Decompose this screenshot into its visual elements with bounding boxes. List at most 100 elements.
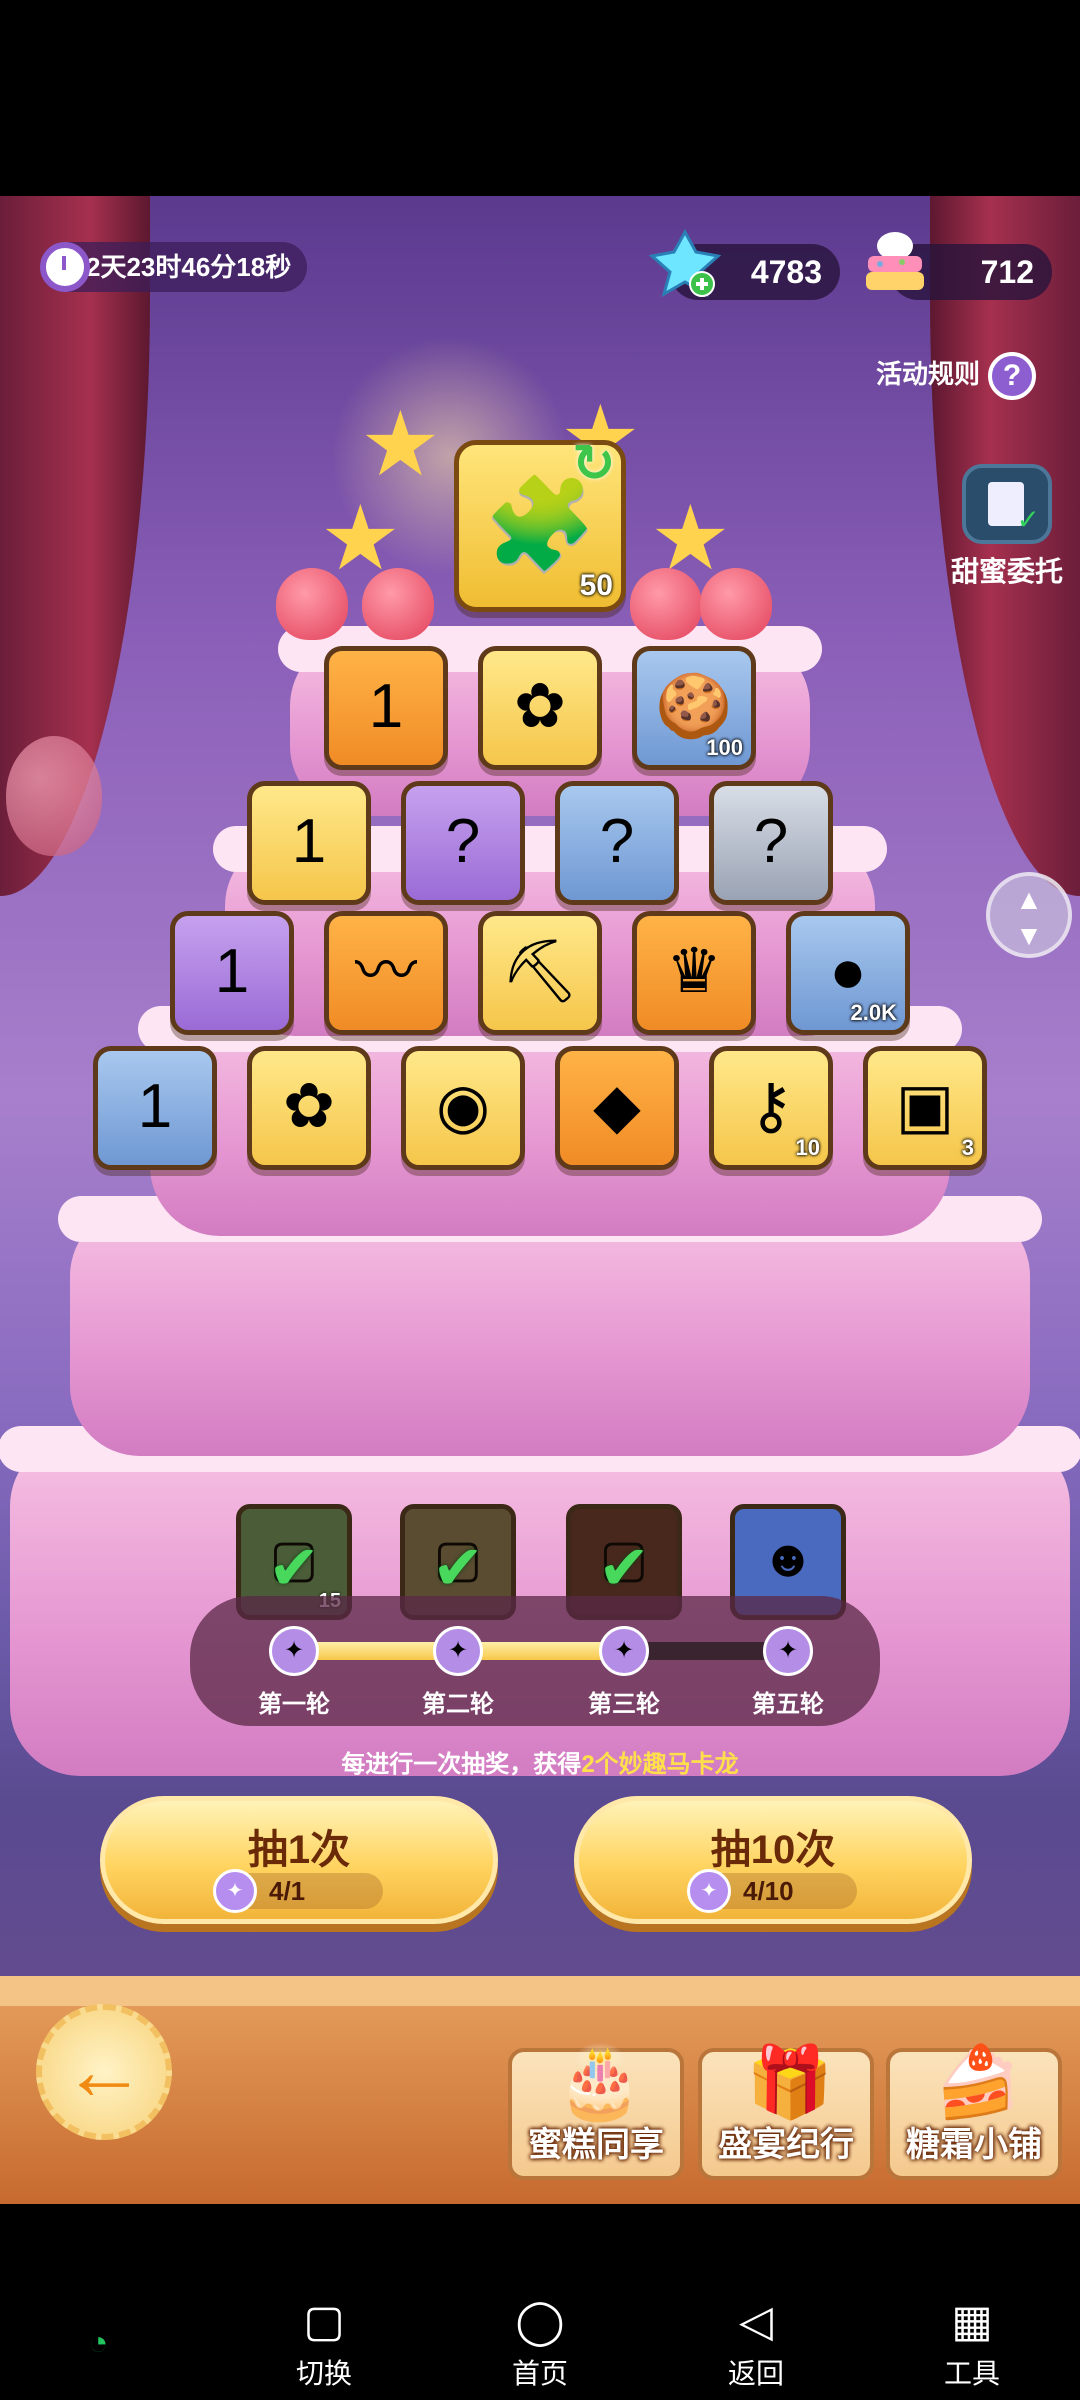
crystal-icon: ◆ — [593, 1072, 641, 1141]
scroll-toggle-button[interactable]: ▲ ▼ — [986, 872, 1072, 958]
prize-item[interactable]: ✿ — [478, 646, 602, 770]
sweet-commission-label: 甜蜜委托 — [950, 556, 1063, 587]
nav-back-label: 返回 — [727, 2358, 784, 2389]
macaron-icon: ✦ — [599, 1626, 649, 1676]
prize-item[interactable]: ◆ — [555, 1046, 679, 1170]
strawberry-decoration — [276, 568, 348, 640]
prize-item[interactable]: ⚷ 10 — [709, 1046, 833, 1170]
cake-currency-icon — [866, 232, 924, 290]
prize-item[interactable]: ? — [555, 781, 679, 905]
crown-bag-icon: ♛ — [666, 937, 722, 1006]
gem-add-icon[interactable] — [648, 226, 722, 300]
round-label: 第五轮 — [752, 1691, 824, 1718]
nav-back[interactable]: ◁ 返回 — [696, 2296, 816, 2392]
tab-feast-journey-label: 盛宴纪行 — [718, 2126, 854, 2164]
rules-button[interactable]: 活动规则? — [876, 348, 1037, 401]
gift-box-icon: 🎁 — [746, 2043, 834, 2121]
tab-feast-journey[interactable]: 🎁 盛宴纪行 — [698, 2043, 874, 2180]
strawberry-decoration — [362, 568, 434, 640]
draw-once-button[interactable]: 抽1次 4/1 ✦ — [100, 1796, 498, 1924]
tab-frosting-shop-label: 糖霜小铺 — [906, 2126, 1042, 2164]
prize-item[interactable]: 🍪 100 — [632, 646, 756, 770]
back-arrow-button[interactable]: ← — [36, 2004, 172, 2140]
wifi-icon: ◔ — [88, 2324, 109, 2362]
event-timer-text: 2天23时46分18秒 — [86, 252, 292, 282]
orb-icon: ◉ — [435, 1072, 491, 1141]
nav-tools[interactable]: ▦ 工具 — [912, 2296, 1032, 2392]
stopwatch-icon — [40, 242, 90, 292]
draw-note: 每进行一次抽奖，获得2个妙趣马卡龙 — [0, 1744, 1080, 1779]
prize-qty: 2.0K — [850, 1000, 897, 1025]
prize-item[interactable]: 1 — [247, 781, 371, 905]
rules-label: 活动规则 — [876, 359, 981, 389]
round-label: 第一轮 — [258, 1691, 330, 1718]
game-screen: 2天23时46分18秒 4783 712 活动规则? 甜蜜委托 ▲ ▼ ★ ★ … — [0, 196, 1080, 2204]
mystery-bag-icon: ? — [599, 807, 635, 876]
prize-item[interactable]: ✿ — [247, 1046, 371, 1170]
tab-cake-share[interactable]: 🎂 蜜糕同享 — [508, 2043, 684, 2180]
cake-currency-count: 712 — [980, 254, 1034, 290]
prize-item[interactable]: ? — [401, 781, 525, 905]
round-label: 第三轮 — [588, 1691, 660, 1718]
character-icon: ☻ — [760, 1530, 816, 1588]
hair-icon: 〰 — [354, 937, 417, 1006]
prize-item[interactable]: ● 2.0K — [786, 911, 910, 1035]
chevron-up-icon: ▲ — [1015, 884, 1043, 915]
help-icon: ? — [988, 352, 1037, 401]
prize-item[interactable]: ⛏ — [478, 911, 602, 1035]
grid-icon: ▦ — [951, 2297, 993, 2346]
triangle-back-icon: ◁ — [739, 2297, 773, 2346]
prize-qty: 100 — [706, 735, 743, 760]
prize-item[interactable]: 1 — [93, 1046, 217, 1170]
chest-icon: 1 — [137, 1072, 173, 1141]
strawberry-decoration — [700, 568, 772, 640]
gem-count: 4783 — [750, 254, 822, 290]
prize-qty: 3 — [961, 1135, 974, 1160]
prize-item[interactable]: 1 — [324, 646, 448, 770]
draw-once-label: 抽1次 — [247, 1828, 351, 1872]
prize-item[interactable]: 〰 — [324, 911, 448, 1035]
arrow-left-icon: ← — [62, 2023, 146, 2117]
draw-ten-label: 抽10次 — [710, 1828, 836, 1872]
square-icon: ▢ — [303, 2297, 345, 2346]
prize-item[interactable]: ◉ — [401, 1046, 525, 1170]
event-timer: 2天23时46分18秒 — [40, 242, 308, 292]
round-label: 第二轮 — [422, 1691, 494, 1718]
macaron-icon: ✦ — [433, 1626, 483, 1676]
balloon-decoration — [6, 736, 102, 856]
pickaxe-icon: ⛏ — [500, 937, 580, 1006]
nav-switch-label: 切换 — [295, 2358, 352, 2389]
prize-item[interactable]: ▣ 3 — [863, 1046, 987, 1170]
clipboard-check-icon — [962, 464, 1052, 544]
cake-share-icon: 🎂 — [556, 2043, 644, 2121]
mystery-bag-icon: ? — [753, 807, 789, 876]
prize-item[interactable]: 1 — [170, 911, 294, 1035]
flower-icon: ✿ — [283, 1072, 335, 1141]
circle-icon: ◯ — [515, 2297, 565, 2346]
tab-cake-share-label: 蜜糕同享 — [528, 2126, 664, 2164]
check-icon: ✔ — [598, 1534, 650, 1603]
prize-item[interactable]: ♛ — [632, 911, 756, 1035]
cake-tier-4 — [58, 1196, 1042, 1456]
nav-switch[interactable]: ▢ 切换 — [264, 2296, 384, 2392]
nav-home-label: 首页 — [511, 2358, 568, 2389]
macaron-icon: ✦ — [687, 1869, 731, 1913]
draw-note-text: 每进行一次抽奖，获得 — [341, 1751, 582, 1778]
chest-icon: 1 — [214, 937, 250, 1006]
prize-item[interactable]: ? — [709, 781, 833, 905]
chevron-down-icon: ▼ — [1015, 920, 1043, 951]
nav-tools-label: 工具 — [943, 2358, 1000, 2389]
mystery-bag-icon: ? — [445, 807, 481, 876]
draw-ten-button[interactable]: 抽10次 4/10 ✦ — [574, 1796, 972, 1924]
nav-home[interactable]: ◯ 首页 — [480, 2296, 600, 2392]
sweet-commission-button[interactable]: 甜蜜委托 — [942, 464, 1072, 590]
flower-icon: ✿ — [514, 672, 566, 741]
macaron-icon: ✦ — [763, 1626, 813, 1676]
chest-icon: 1 — [291, 807, 327, 876]
check-icon: ✔ — [432, 1534, 484, 1603]
draw-note-highlight: 2个妙趣马卡龙 — [581, 1751, 739, 1778]
tab-frosting-shop[interactable]: 🍰 糖霜小铺 — [886, 2043, 1062, 2180]
round-progress-track — [290, 1642, 790, 1660]
cake-shop-icon: 🍰 — [934, 2043, 1022, 2121]
refresh-icon[interactable]: ↻ — [572, 434, 616, 494]
